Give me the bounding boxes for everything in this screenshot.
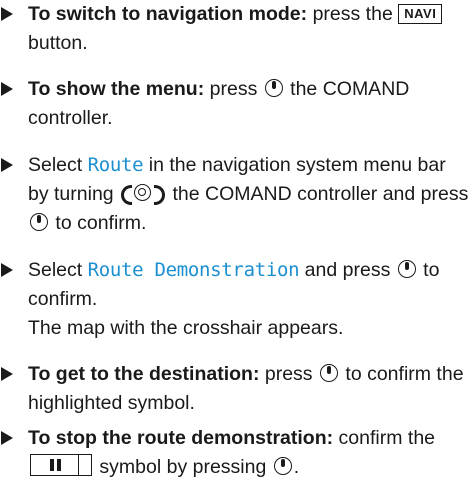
triangle-bullet-icon [1,7,13,21]
step-5: To get to the destination: press to conf… [0,360,470,418]
controller-press-icon [319,364,338,382]
pause-symbol-icon [30,454,92,476]
route-demonstration-term: Route Demonstration [87,259,300,281]
step-6-text-b: symbol by pressing [94,456,267,478]
controller-press-icon [397,260,416,278]
triangle-bullet-icon [1,431,13,445]
step-6-text-a: confirm the [333,427,436,449]
route-menu-term: Route [87,154,144,176]
step-3: Select Route in the navigation system me… [0,151,470,238]
step-4-note: The map with the crosshair appears. [28,317,344,339]
step-1-lead: To switch to navigation mode: [28,3,308,25]
step-6-lead: To stop the route demonstration: [28,427,334,449]
step-1-text-b: button. [28,32,88,54]
step-1-text-a: press the [307,3,393,25]
step-5-lead: To get to the destination: [28,363,260,385]
step-5-text-a: press [259,363,313,385]
step-2-text-a: press [204,78,258,100]
controller-press-icon [273,457,292,475]
controller-press-icon [30,213,48,231]
step-1: To switch to navigation mode: press the … [0,0,470,58]
triangle-bullet-icon [1,263,13,277]
controller-turn-icon [121,183,166,205]
triangle-bullet-icon [1,367,13,381]
controller-press-icon [264,79,283,97]
step-6: To stop the route demonstration: confirm… [0,424,470,482]
step-2: To show the menu: press the COMAND contr… [0,75,470,133]
step-3-text-c: the COMAND controller and press [167,183,469,205]
triangle-bullet-icon [1,82,13,96]
step-4-text-b: and press [299,259,391,281]
step-3-text-d: to confirm. [50,212,147,234]
step-4-text-a: Select [28,259,88,281]
step-6-text-c: . [293,456,300,478]
triangle-bullet-icon [1,158,13,172]
instruction-page: To switch to navigation mode: press the … [0,0,472,484]
step-2-lead: To show the menu: [28,78,205,100]
navi-key: NAVI [398,4,443,24]
step-3-text-a: Select [28,154,88,176]
step-4: Select Route Demonstration and press to … [0,256,470,343]
